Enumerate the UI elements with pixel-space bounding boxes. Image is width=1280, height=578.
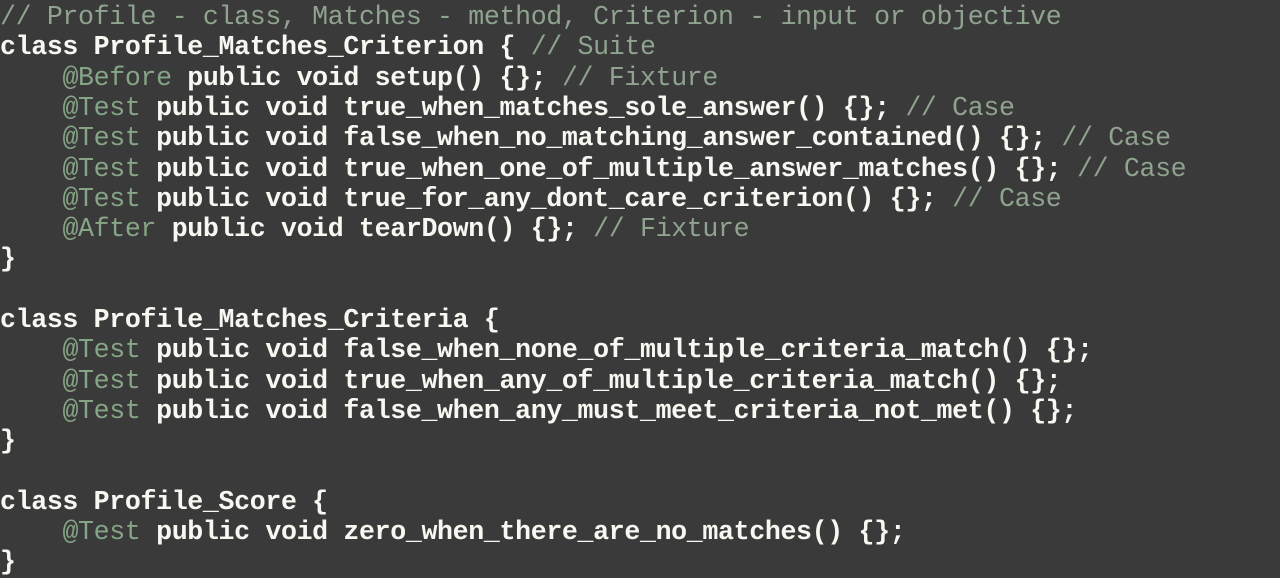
code-line: }	[0, 244, 16, 274]
code-comment: // Fixture	[593, 214, 750, 245]
code-text: public void true_when_matches_sole_answe…	[140, 92, 906, 123]
code-text: class Profile_Matches_Criteria {	[0, 305, 500, 335]
code-annotation: @Test	[62, 92, 141, 123]
code-text: public void true_when_one_of_multiple_an…	[140, 153, 1078, 184]
code-comment: // Suite	[530, 32, 656, 63]
code-annotation: @Test	[62, 335, 141, 366]
code-comment: // Fixture	[561, 62, 719, 93]
code-line: @Test public void zero_when_there_are_no…	[0, 517, 905, 547]
code-text: public void false_when_any_must_meet_cri…	[140, 395, 1078, 426]
code-comment: // Case	[1077, 153, 1187, 184]
code-comment: // Case	[1061, 123, 1171, 154]
code-annotation: @Test	[62, 517, 141, 548]
code-text: public void true_when_any_of_multiple_cr…	[140, 365, 1062, 396]
code-line: class Profile_Matches_Criteria {	[0, 305, 500, 335]
code-line: // Profile - class, Matches - method, Cr…	[0, 2, 1062, 32]
code-text: class Profile_Score {	[0, 486, 328, 517]
code-annotation: @After	[62, 214, 157, 245]
code-text: }	[0, 547, 16, 578]
code-line: @Test public void true_for_any_dont_care…	[0, 184, 1061, 214]
code-text: }	[0, 244, 16, 275]
code-comment: // Case	[952, 183, 1062, 214]
code-text: public void false_when_none_of_multiple_…	[140, 335, 1093, 366]
code-comment: // Case	[905, 92, 1015, 123]
code-text: public void setup() {};	[171, 62, 562, 93]
code-text: public void zero_when_there_are_no_match…	[140, 517, 906, 548]
code-line: class Profile_Score {	[0, 487, 328, 517]
code-text: public void true_for_any_dont_care_crite…	[140, 183, 953, 214]
code-line: class Profile_Matches_Criterion { // Sui…	[0, 32, 656, 62]
code-line: @Test public void true_when_any_of_multi…	[0, 366, 1061, 396]
code-text: public void false_when_no_matching_answe…	[140, 123, 1062, 154]
code-line: @Test public void false_when_any_must_me…	[0, 396, 1077, 426]
code-annotation: @Test	[62, 395, 141, 426]
code-text: }	[0, 426, 16, 457]
code-line: @Test public void false_when_none_of_mul…	[0, 335, 1093, 365]
code-line: }	[0, 547, 16, 577]
code-annotation: @Before	[62, 62, 172, 93]
code-line: @Before public void setup() {}; // Fixtu…	[0, 63, 718, 93]
code-annotation: @Test	[62, 365, 141, 396]
code-line: @Test public void true_when_matches_sole…	[0, 93, 1015, 123]
code-line: @After public void tearDown() {}; // Fix…	[0, 214, 749, 244]
code-line: }	[0, 426, 16, 456]
code-annotation: @Test	[62, 153, 141, 184]
code-editor[interactable]: // Profile - class, Matches - method, Cr…	[0, 0, 1280, 578]
code-text: public void tearDown() {};	[156, 214, 594, 245]
code-line: @Test public void false_when_no_matching…	[0, 123, 1171, 153]
code-annotation: @Test	[62, 123, 141, 154]
code-text: class Profile_Matches_Criterion {	[0, 32, 531, 63]
code-line: @Test public void true_when_one_of_multi…	[0, 154, 1186, 184]
code-annotation: @Test	[62, 183, 141, 214]
code-comment: // Profile - class, Matches - method, Cr…	[0, 2, 1062, 32]
